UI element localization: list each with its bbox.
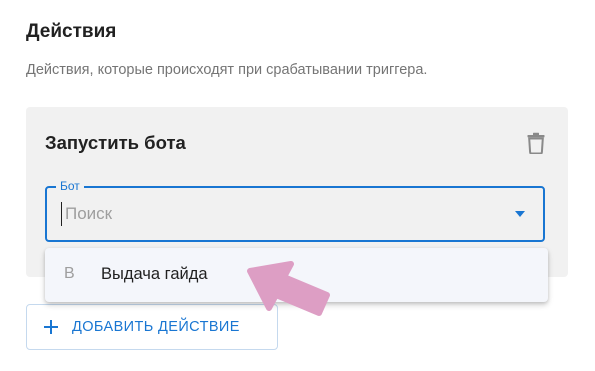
chevron-down-icon[interactable] <box>515 211 525 217</box>
section-title: Действия <box>26 21 117 42</box>
action-card-title: Запустить бота <box>45 132 186 153</box>
section-description: Действия, которые происходят при срабаты… <box>26 62 428 78</box>
bot-field: Бот <box>45 179 545 242</box>
delete-action-button[interactable] <box>522 129 550 157</box>
option-label: Выдача гайда <box>101 265 208 283</box>
bot-field-label: Бот <box>56 179 84 193</box>
bot-search-input[interactable] <box>61 202 485 226</box>
add-action-label: ДОБАВИТЬ ДЕЙСТВИЕ <box>72 319 240 335</box>
option-avatar-letter: В <box>64 265 75 282</box>
pointer-arrow-icon <box>247 261 330 316</box>
plus-icon <box>43 319 59 335</box>
trash-icon <box>527 132 545 154</box>
